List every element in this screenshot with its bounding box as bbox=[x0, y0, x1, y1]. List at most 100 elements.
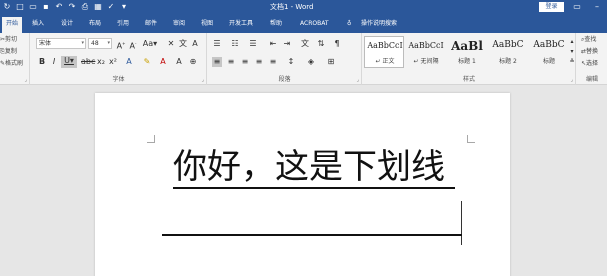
numbering-icon[interactable]: ☷ bbox=[230, 39, 240, 49]
styles-more-icon[interactable]: ≚ bbox=[567, 57, 577, 67]
tell-me-search[interactable]: 操作说明搜索 bbox=[357, 17, 401, 33]
subscript-icon[interactable]: x₂ bbox=[96, 57, 106, 67]
decrease-indent-icon[interactable]: ⇤ bbox=[268, 39, 278, 49]
distributed-icon[interactable]: ≡ bbox=[268, 57, 278, 67]
style-name-label: 标题 2 bbox=[499, 58, 517, 65]
find-label: 查找 bbox=[584, 36, 597, 43]
borders-icon[interactable]: ⊞ bbox=[326, 57, 336, 67]
style-normal[interactable]: AaBbCcI ↵ 正文 bbox=[364, 36, 404, 68]
clear-formatting-icon[interactable]: ✕ bbox=[166, 39, 176, 49]
superscript-icon[interactable]: x² bbox=[108, 57, 118, 67]
change-case-icon[interactable]: Aa▾ bbox=[142, 39, 158, 49]
shrink-font-icon[interactable]: A- bbox=[128, 39, 138, 52]
multilevel-list-icon[interactable]: ☰ bbox=[248, 39, 258, 49]
ribbon-display-icon[interactable]: ▭ bbox=[570, 0, 584, 14]
find-button[interactable]: ⌕查找 bbox=[581, 36, 596, 44]
style-preview-text: AaBbCcI bbox=[367, 41, 403, 50]
tab-design[interactable]: 设计 bbox=[57, 17, 77, 33]
drawn-underline bbox=[162, 234, 462, 236]
style-preview-text: AaBl bbox=[451, 39, 483, 53]
lightbulb-icon: ♁ bbox=[347, 20, 352, 27]
phonetic-guide-icon[interactable]: 文 bbox=[178, 39, 188, 49]
style-preview-text: AaBbC bbox=[492, 40, 524, 50]
ribbon: ✂剪切 ⎘复制 ✎格式刷 ⌟ 宋体 ▾ 48 ▾ A+ A- Aa▾ ✕ 文 A B… bbox=[0, 33, 607, 85]
chinese-layout-icon[interactable]: 文 bbox=[300, 39, 310, 49]
tab-layout[interactable]: 布局 bbox=[85, 17, 105, 33]
document-text[interactable]: 你好，这是下划线 bbox=[173, 147, 445, 187]
login-button[interactable]: 登录 bbox=[539, 2, 564, 12]
document-area: 你好，这是下划线 bbox=[0, 86, 607, 276]
italic-icon[interactable]: I bbox=[49, 57, 59, 67]
save-icon[interactable]: ▪ bbox=[41, 2, 51, 12]
styles-scroll-up-icon[interactable]: ▴ bbox=[567, 37, 577, 47]
ribbon-tab-bar: 开始 插入 设计 布局 引用 邮件 审阅 视图 开发工具 帮助 ACROBAT … bbox=[0, 14, 607, 33]
character-shading-icon[interactable]: A bbox=[174, 57, 184, 67]
title-bar: ↻ □ ▭ ▪ ↶ ↷ ⎙ ▦ ✓ ▾ 文档1 - Word 登录 ▭ – bbox=[0, 0, 607, 14]
increase-indent-icon[interactable]: ⇥ bbox=[282, 39, 292, 49]
editing-group-label: 编辑 bbox=[585, 76, 598, 83]
cut-button[interactable]: ✂剪切 bbox=[0, 36, 17, 44]
minimize-icon[interactable]: – bbox=[590, 0, 604, 14]
font-color-icon[interactable]: A bbox=[158, 57, 168, 67]
select-button[interactable]: ↖选择 bbox=[581, 60, 598, 68]
align-center-icon[interactable]: ≡ bbox=[226, 57, 236, 67]
styles-group: AaBbCcI ↵ 正文 AaBbCcI ↵ 无间隔 AaBl 标题 1 AaB… bbox=[363, 33, 576, 85]
style-name-label: ↵ 无间隔 bbox=[413, 58, 439, 65]
justify-icon[interactable]: ≡ bbox=[254, 57, 264, 67]
customize-qat-icon[interactable]: ▾ bbox=[119, 2, 129, 12]
tab-mailings[interactable]: 邮件 bbox=[141, 17, 161, 33]
document-page[interactable]: 你好，这是下划线 bbox=[95, 93, 510, 276]
text-cursor-line bbox=[461, 201, 462, 245]
style-heading-1[interactable]: AaBl 标题 1 bbox=[446, 36, 486, 68]
bullets-icon[interactable]: ☰ bbox=[212, 39, 222, 49]
clipboard-launcher-icon[interactable]: ⌟ bbox=[25, 77, 27, 83]
redo-icon[interactable]: ↷ bbox=[67, 2, 77, 12]
copy-button[interactable]: ⎘复制 bbox=[0, 48, 17, 56]
underline-icon[interactable]: U▾ bbox=[61, 56, 77, 68]
font-size-combo[interactable]: 48 ▾ bbox=[88, 38, 112, 49]
character-border-icon[interactable]: A bbox=[190, 39, 200, 49]
font-name-combo[interactable]: 宋体 ▾ bbox=[36, 38, 86, 49]
strikethrough-icon[interactable]: abc bbox=[81, 57, 95, 67]
style-title[interactable]: AaBbC 标题 bbox=[528, 36, 568, 68]
font-launcher-icon[interactable]: ⌟ bbox=[202, 77, 204, 83]
tab-review[interactable]: 审阅 bbox=[169, 17, 189, 33]
format-icon[interactable]: ▦ bbox=[93, 2, 103, 12]
highlight-icon[interactable]: ✎ bbox=[142, 57, 152, 67]
text-effects-icon[interactable]: A bbox=[124, 57, 134, 67]
format-painter-button[interactable]: ✎格式刷 bbox=[0, 60, 23, 68]
align-right-icon[interactable]: ≡ bbox=[240, 57, 250, 67]
text-underline bbox=[173, 187, 455, 189]
new-document-icon[interactable]: □ bbox=[15, 2, 25, 12]
open-folder-icon[interactable]: ▭ bbox=[28, 2, 38, 12]
show-marks-icon[interactable]: ¶ bbox=[332, 39, 342, 49]
grow-font-icon[interactable]: A+ bbox=[116, 39, 126, 52]
enclose-characters-icon[interactable]: ⊕ bbox=[188, 57, 198, 67]
format-painter-label: 格式刷 bbox=[5, 60, 24, 67]
tab-insert[interactable]: 插入 bbox=[28, 17, 48, 33]
print-preview-icon[interactable]: ⎙ bbox=[80, 2, 90, 12]
undo-icon[interactable]: ↶ bbox=[54, 2, 64, 12]
styles-scroll-down-icon[interactable]: ▾ bbox=[567, 47, 577, 57]
shading-icon[interactable]: ◈ bbox=[306, 57, 316, 67]
align-left-icon[interactable]: ≡ bbox=[212, 57, 222, 67]
spelling-icon[interactable]: ✓ bbox=[106, 2, 116, 12]
style-no-spacing[interactable]: AaBbCcI ↵ 无间隔 bbox=[405, 36, 445, 68]
styles-launcher-icon[interactable]: ⌟ bbox=[571, 77, 573, 83]
copy-label: 复制 bbox=[4, 48, 17, 55]
clipboard-group: ✂剪切 ⎘复制 ✎格式刷 ⌟ bbox=[0, 33, 30, 85]
paragraph-launcher-icon[interactable]: ⌟ bbox=[357, 77, 359, 83]
replace-button[interactable]: ⇄替换 bbox=[581, 48, 598, 56]
tab-references[interactable]: 引用 bbox=[113, 17, 133, 33]
style-name-label: 标题 1 bbox=[458, 58, 476, 65]
sort-icon[interactable]: ⇅ bbox=[316, 39, 326, 49]
tab-developer[interactable]: 开发工具 bbox=[225, 17, 257, 33]
autosave-icon[interactable]: ↻ bbox=[2, 2, 12, 12]
tab-help[interactable]: 帮助 bbox=[266, 17, 286, 33]
style-heading-2[interactable]: AaBbC 标题 2 bbox=[487, 36, 527, 68]
tab-view[interactable]: 视图 bbox=[197, 17, 217, 33]
line-spacing-icon[interactable]: ↕ bbox=[286, 57, 296, 67]
tab-acrobat[interactable]: ACROBAT bbox=[296, 17, 333, 33]
bold-icon[interactable]: B bbox=[37, 57, 47, 67]
tab-home[interactable]: 开始 bbox=[2, 17, 23, 33]
